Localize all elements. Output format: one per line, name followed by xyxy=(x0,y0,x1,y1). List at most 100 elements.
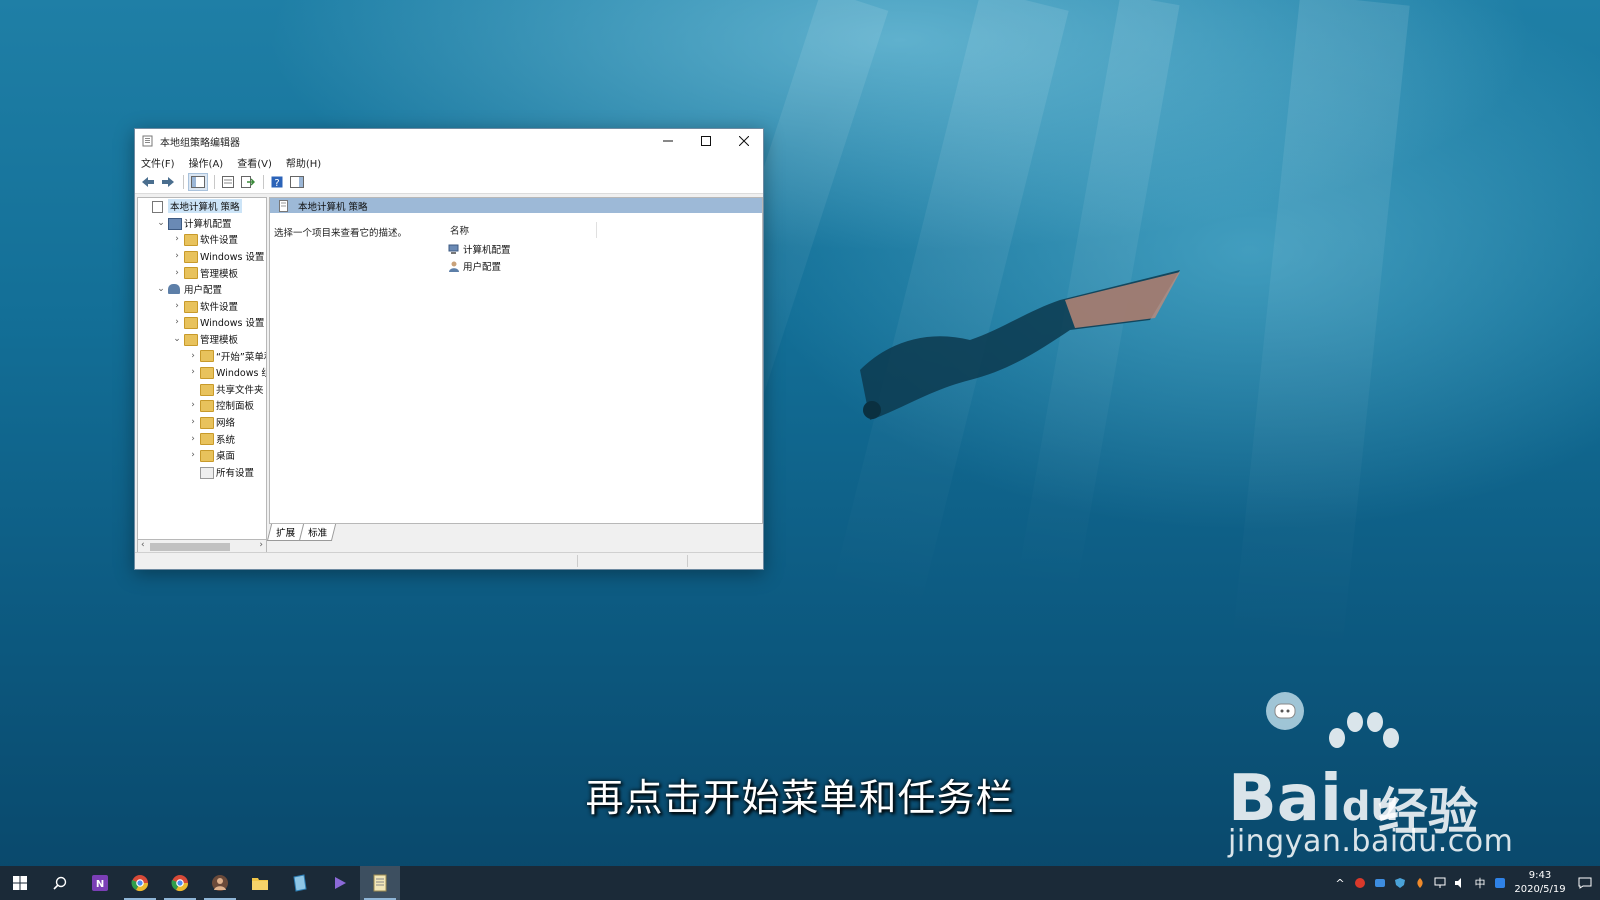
ime-indicator[interactable]: 中 xyxy=(1470,866,1490,900)
tray-app-orange[interactable] xyxy=(1410,866,1430,900)
network-button[interactable] xyxy=(1430,866,1450,900)
taskbar-media-player[interactable] xyxy=(320,866,360,900)
status-bar xyxy=(135,552,763,569)
forward-button[interactable] xyxy=(159,174,177,190)
tree-item-label: 所有设置 xyxy=(216,467,255,479)
taskbar-notepad[interactable] xyxy=(280,866,320,900)
tree-item[interactable]: 所有设置 xyxy=(138,464,266,481)
menu-help[interactable]: 帮助(H) xyxy=(286,155,321,170)
clock-date: 2020/5/19 xyxy=(1514,884,1566,895)
tree-item[interactable]: › 网络 xyxy=(138,414,266,431)
folder-icon xyxy=(200,416,214,429)
chevron-right-icon[interactable]: › xyxy=(188,367,198,377)
menu-action[interactable]: 操作(A) xyxy=(189,155,224,170)
tree-item[interactable]: › Windows 组 xyxy=(138,364,266,381)
tree-item-label: 系统 xyxy=(216,434,236,446)
user-icon xyxy=(168,283,180,294)
tree-item[interactable]: 共享文件夹 xyxy=(138,381,266,398)
tree-item[interactable]: ⌄ 管理模板 xyxy=(138,331,266,348)
chevron-right-icon[interactable]: › xyxy=(188,450,198,460)
tab-standard[interactable]: 标准 xyxy=(298,524,337,541)
tray-app-qq[interactable] xyxy=(1490,866,1510,900)
network-icon xyxy=(1434,877,1446,888)
menu-view[interactable]: 查看(V) xyxy=(237,155,272,170)
minimize-button[interactable] xyxy=(649,129,687,153)
tray-app-blue[interactable] xyxy=(1370,866,1390,900)
column-header-name[interactable]: 名称 xyxy=(448,222,597,238)
tree-item[interactable]: › 系统 xyxy=(138,430,266,447)
list-item-computer-config[interactable]: 计算机配置 xyxy=(448,242,511,256)
chevron-right-icon[interactable]: › xyxy=(172,317,182,327)
scroll-thumb[interactable] xyxy=(150,543,230,551)
chevron-down-icon[interactable]: ⌄ xyxy=(156,284,166,294)
close-button[interactable] xyxy=(725,129,763,153)
chevron-right-icon[interactable]: › xyxy=(172,301,182,311)
taskbar-chrome-1[interactable] xyxy=(120,866,160,900)
list-item-user-config[interactable]: 用户配置 xyxy=(448,259,501,273)
console-tree: 本地计算机 策略 ⌄ 计算机配置 › 软件设置 › Windows 设置 › 管理模板 ⌄ 用户配置… xyxy=(137,197,267,547)
folder-icon xyxy=(200,383,214,396)
back-button[interactable] xyxy=(139,174,157,190)
export-list-button[interactable] xyxy=(239,174,257,190)
title-bar[interactable]: 本地组策略编辑器 xyxy=(135,129,763,153)
tree-item[interactable]: 本地计算机 策略 xyxy=(138,198,266,215)
tree-item[interactable]: › 控制面板 xyxy=(138,397,266,414)
chevron-right-icon[interactable]: › xyxy=(188,434,198,444)
minimize-icon xyxy=(663,140,673,142)
action-center-button[interactable] xyxy=(1570,866,1600,900)
help-button[interactable]: ? xyxy=(268,174,286,190)
tree-item[interactable]: › 软件设置 xyxy=(138,231,266,248)
details-pane: 本地计算机 策略 选择一个项目来查看它的描述。 名称 计算机配置 用户配置 xyxy=(269,197,763,524)
show-hide-tree-button[interactable] xyxy=(188,173,208,191)
volume-button[interactable] xyxy=(1450,866,1470,900)
clock[interactable]: 9:43 2020/5/19 xyxy=(1510,869,1570,897)
tree-item[interactable]: › Windows 设置 xyxy=(138,248,266,265)
chevron-right-icon[interactable]: › xyxy=(188,417,198,427)
chevron-right-icon[interactable]: › xyxy=(172,251,182,261)
tree-item[interactable]: › 软件设置 xyxy=(138,298,266,315)
onenote-icon: N xyxy=(92,875,108,891)
tree-item[interactable]: ⌄ 计算机配置 xyxy=(138,215,266,232)
search-button[interactable] xyxy=(40,866,80,900)
close-icon xyxy=(739,136,749,146)
chevron-down-icon[interactable]: ⌄ xyxy=(172,334,182,344)
tray-app-shield[interactable] xyxy=(1390,866,1410,900)
taskbar-onenote[interactable]: N xyxy=(80,866,120,900)
scroll-right-icon[interactable]: › xyxy=(259,540,263,550)
folder-icon xyxy=(184,333,198,346)
taskbar-user-app[interactable] xyxy=(200,866,240,900)
properties-button[interactable] xyxy=(219,174,237,190)
menu-file[interactable]: 文件(F) xyxy=(141,155,175,170)
folder-icon xyxy=(200,350,214,363)
tree-item-label: 管理模板 xyxy=(200,268,239,280)
scroll-left-icon[interactable]: ‹ xyxy=(141,540,145,550)
status-divider xyxy=(577,555,578,567)
chevron-right-icon[interactable]: › xyxy=(188,400,198,410)
tray-app-red[interactable] xyxy=(1350,866,1370,900)
tree-item[interactable]: ⌄ 用户配置 xyxy=(138,281,266,298)
play-icon xyxy=(335,877,346,889)
tree-item[interactable]: › “开始”菜单和 xyxy=(138,347,266,364)
tree-item-label: Windows 设置 xyxy=(200,318,265,330)
gpedit-window: 本地组策略编辑器 文件(F) 操作(A) 查看(V) 帮助(H) ? 本地计算机… xyxy=(134,128,764,570)
search-icon xyxy=(53,876,67,890)
gpedit-app-icon xyxy=(373,874,387,892)
tree-item[interactable]: › Windows 设置 xyxy=(138,314,266,331)
show-action-pane-button[interactable] xyxy=(288,174,306,190)
tree-item[interactable]: › 桌面 xyxy=(138,447,266,464)
taskbar-gpedit[interactable] xyxy=(360,866,400,900)
chevron-down-icon[interactable]: ⌄ xyxy=(156,218,166,228)
taskbar-file-explorer[interactable] xyxy=(240,866,280,900)
show-hidden-icons-button[interactable]: ^ xyxy=(1330,866,1350,900)
taskbar-chrome-2[interactable] xyxy=(160,866,200,900)
maximize-button[interactable] xyxy=(687,129,725,153)
start-button[interactable] xyxy=(0,866,40,900)
chevron-right-icon[interactable]: › xyxy=(172,234,182,244)
tree-item-label: 管理模板 xyxy=(200,335,239,347)
tree-item[interactable]: › 管理模板 xyxy=(138,264,266,281)
chevron-right-icon[interactable]: › xyxy=(188,351,198,361)
description-text: 选择一个项目来查看它的描述。 xyxy=(274,228,408,239)
export-icon xyxy=(241,176,255,188)
windows-logo-icon xyxy=(13,876,27,890)
chevron-right-icon[interactable]: › xyxy=(172,268,182,278)
